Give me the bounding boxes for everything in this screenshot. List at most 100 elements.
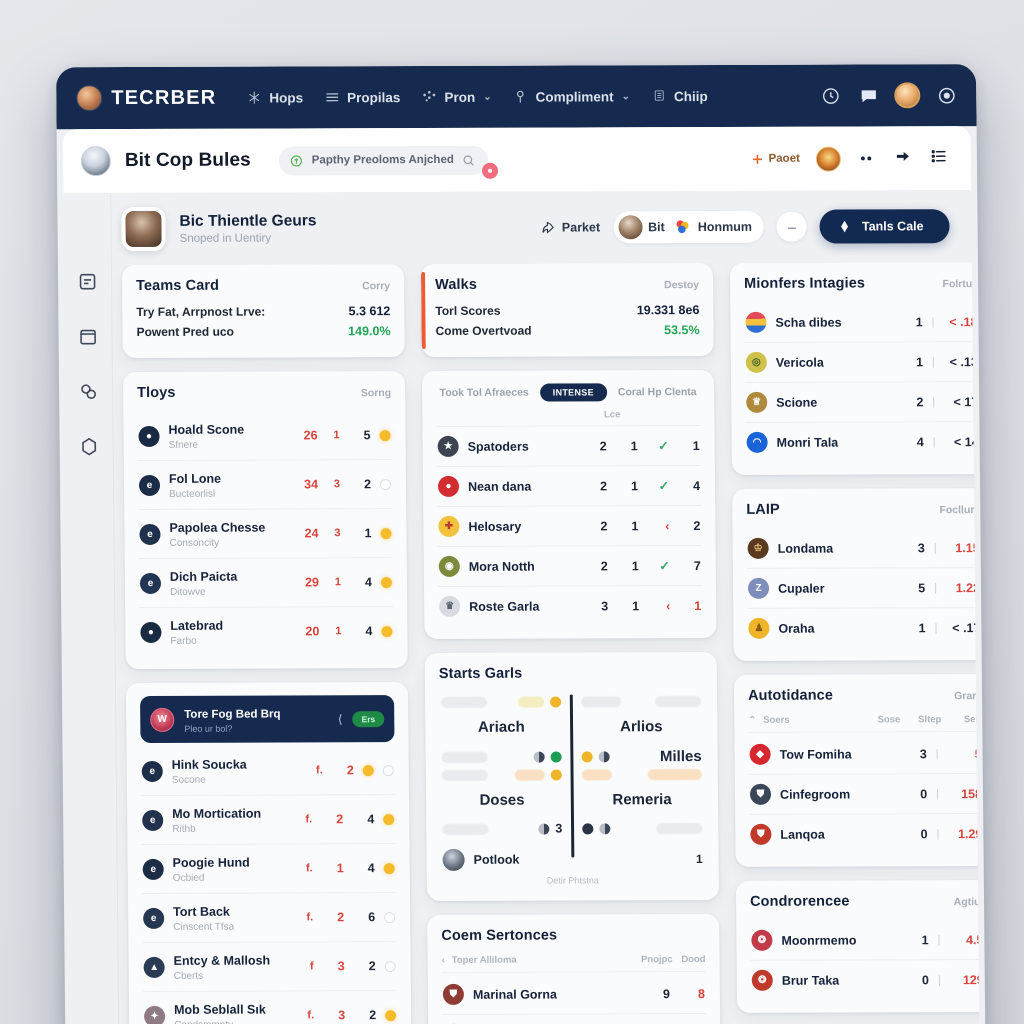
status-dot <box>380 527 392 539</box>
list-item[interactable]: ❂ Moonrmemo 1 | 4.5 <box>750 920 980 960</box>
coem-sertonces-card: Coem Sertonces ‹ Toper Alliloma Pnojpc D… <box>427 913 721 1024</box>
list-item[interactable]: ● Latebrad Farbo 20 1 4 <box>139 606 394 656</box>
crest-icon[interactable] <box>815 146 842 172</box>
list-item[interactable]: ✚ Helosary 2 1 ‹ 2 <box>437 505 702 546</box>
chat-icon[interactable] <box>856 83 880 107</box>
tanls-cale-button[interactable]: Tanls Cale <box>819 209 950 244</box>
card-header: Coem Sertonces <box>441 927 705 944</box>
list-item[interactable]: ◠ Monri Tala 4 | < 14 <box>745 421 980 462</box>
value-1: 9 <box>662 986 670 1001</box>
chevron-down-icon: ⌄ <box>483 91 492 103</box>
nav-item-propilas[interactable]: Propilas <box>324 89 400 105</box>
paoet-action[interactable]: Paoet <box>751 152 800 165</box>
search-icon[interactable] <box>462 153 475 166</box>
list-item[interactable]: ⛊ Pareet Ceelbo 0 8 <box>442 1013 707 1024</box>
list-item[interactable]: ★ Spatoders 2 1 ✓ 1 <box>436 426 700 466</box>
nav-label: Propilas <box>347 89 401 105</box>
placeholder-chip <box>518 696 545 708</box>
sort-icon[interactable]: ⌃ <box>748 715 756 726</box>
value-1: 2 <box>600 558 608 573</box>
list-item[interactable]: ⛊ Lanqoa 0 | 1.29 <box>749 813 980 854</box>
link-icon[interactable] <box>78 381 99 402</box>
list-item[interactable]: Z Cupaler 5 | 1.22 <box>746 567 980 608</box>
value-3: 1 <box>694 598 702 613</box>
banner-text: Tore Fog Bed Brq Pleo ur bol? <box>184 704 328 733</box>
list-item[interactable]: e Fol Lone Bucteorlisl 34 3 2 <box>137 459 393 509</box>
list-item[interactable]: e Mo Mortication Rithb f. 2 4 <box>140 794 396 844</box>
list-item[interactable]: e Dich Paicta Ditowve 29 1 4 <box>138 557 394 607</box>
avatar[interactable] <box>894 82 921 109</box>
brand[interactable]: TECRBER <box>76 85 216 112</box>
report-icon[interactable] <box>77 271 98 292</box>
chip-honmum[interactable]: Honmum <box>674 218 752 236</box>
list-item[interactable]: Scha dibes 1 | < .18 <box>744 302 978 342</box>
status-dot <box>384 911 396 923</box>
tab-coral-hp-clenta[interactable]: Coral Hp Clenta <box>618 386 697 398</box>
banner-title: Tore Fog Bed Brq <box>184 708 281 721</box>
separator: | <box>931 355 935 368</box>
list-item[interactable]: e Tort Back Cinscent Tfsa f. 2 6 <box>141 892 397 942</box>
history-icon[interactable] <box>818 84 842 108</box>
list-item[interactable]: e Poogie Hund Ocbied f. 1 4 <box>141 843 396 893</box>
team-badge-icon: ♟ <box>748 617 770 639</box>
chip-parket[interactable]: Parket <box>541 220 600 235</box>
list-item[interactable]: e Hink Soucka Socone f. 2 <box>141 746 395 795</box>
list-item[interactable]: ⛊ Marinal Gorna 9 8 <box>442 974 706 1014</box>
nav-item-compliment[interactable]: Compliment ⌄ <box>512 88 630 104</box>
chip-bit[interactable]: Bit <box>617 215 665 240</box>
card-action[interactable]: Sorng <box>361 387 391 399</box>
nav-item-chiip[interactable]: Chiip <box>651 88 708 104</box>
list-item[interactable]: ♛ Roste Garla 3 1 ‹ 1 <box>437 585 703 626</box>
value-2: 2 <box>337 910 345 925</box>
list-icon[interactable] <box>929 147 949 170</box>
list-item[interactable]: ◎ Vericola 1 | < .13 <box>744 341 980 382</box>
mionfers-intagies-card: Mionfers Intagies Folrtus Scha dibes 1 |… <box>729 262 980 475</box>
window-icon[interactable] <box>77 326 98 347</box>
list-item[interactable]: ♟ Oraha 1 | < .17 <box>747 607 980 648</box>
dashboard-columns: Teams Card Corry Try Fat, Arrpnost Lrve:… <box>112 262 980 1024</box>
marker-dot <box>533 751 545 763</box>
arrow-right-icon[interactable] <box>893 147 913 170</box>
list-item[interactable]: ❂ Brur Taka 0 | 129 <box>750 959 980 1000</box>
placeholder-chip <box>441 696 488 708</box>
nav-item-pron[interactable]: Pron ⌄ <box>421 89 492 105</box>
collapse-button[interactable]: – <box>776 211 808 242</box>
tab-took-tol-afraeces[interactable]: Took Tol Afraeces <box>440 387 529 399</box>
card-action[interactable]: Folrtus <box>942 278 978 290</box>
chevron-left-icon: ‹ <box>441 954 445 966</box>
card-action[interactable]: Grarv <box>954 690 980 702</box>
tloys-list: ● Hoald Scone Sfnere 26 1 5 e Fol Lone B… <box>137 411 394 656</box>
list-item[interactable]: ● Hoald Scone Sfnere 26 1 5 <box>137 411 391 460</box>
tab-intense[interactable]: INTENSE <box>539 383 607 402</box>
list-item[interactable]: ◆ Tow Fomiha 3 | 5 <box>748 734 980 774</box>
team-badge-icon: ❂ <box>751 929 773 951</box>
card-action[interactable]: Destoy <box>664 279 699 291</box>
card-header: Condrorencee Agtiut <box>750 893 980 910</box>
starts-garls-card: Starts Garls Ariach Arlios Milles Doses … <box>424 651 720 901</box>
card-action[interactable]: Agtiut <box>954 896 980 908</box>
list-item[interactable]: ⛊ Cinfegroom 0 | 158 <box>748 773 980 814</box>
more-icon[interactable] <box>857 149 877 167</box>
search-input[interactable]: Papthy Preoloms Anjched <box>278 145 499 179</box>
value-2: 1 <box>336 861 344 876</box>
separator: | <box>933 541 937 554</box>
chip-label: Bit <box>648 220 665 235</box>
status-dot <box>380 576 393 588</box>
record-icon[interactable] <box>934 83 958 107</box>
list-item-name: Mora Notth <box>468 559 535 574</box>
profile-avatar[interactable] <box>121 206 166 252</box>
list-item[interactable]: ◉ Mora Notth 2 1 ✓ 7 <box>437 545 702 586</box>
value-1: f. <box>315 764 323 777</box>
nav-item-hops[interactable]: Hops <box>246 89 303 105</box>
value-1: f. <box>305 862 313 875</box>
card-action[interactable]: Corry <box>362 280 390 292</box>
list-item[interactable]: ● Nean dana 2 1 ✓ 4 <box>436 465 702 506</box>
list-item[interactable]: ▲ Entcy & Mallosh Cberts f 3 2 <box>142 941 397 991</box>
list-item[interactable]: ✦ Mob Seblall Sık Condsmmnty f. 3 2 <box>142 990 398 1024</box>
list-item[interactable]: ♔ Londama 3 | 1.15 <box>746 528 980 568</box>
list-item[interactable]: e Papolea Chesse Consoncity 24 3 1 <box>138 508 393 558</box>
card-action[interactable]: Focllury <box>939 504 979 516</box>
hexagon-icon[interactable] <box>79 436 100 457</box>
list-item[interactable]: ♕ Scione 2 | < 17 <box>745 381 980 422</box>
featured-banner[interactable]: W Tore Fog Bed Brq Pleo ur bol? ⟨ Ers <box>140 695 395 743</box>
